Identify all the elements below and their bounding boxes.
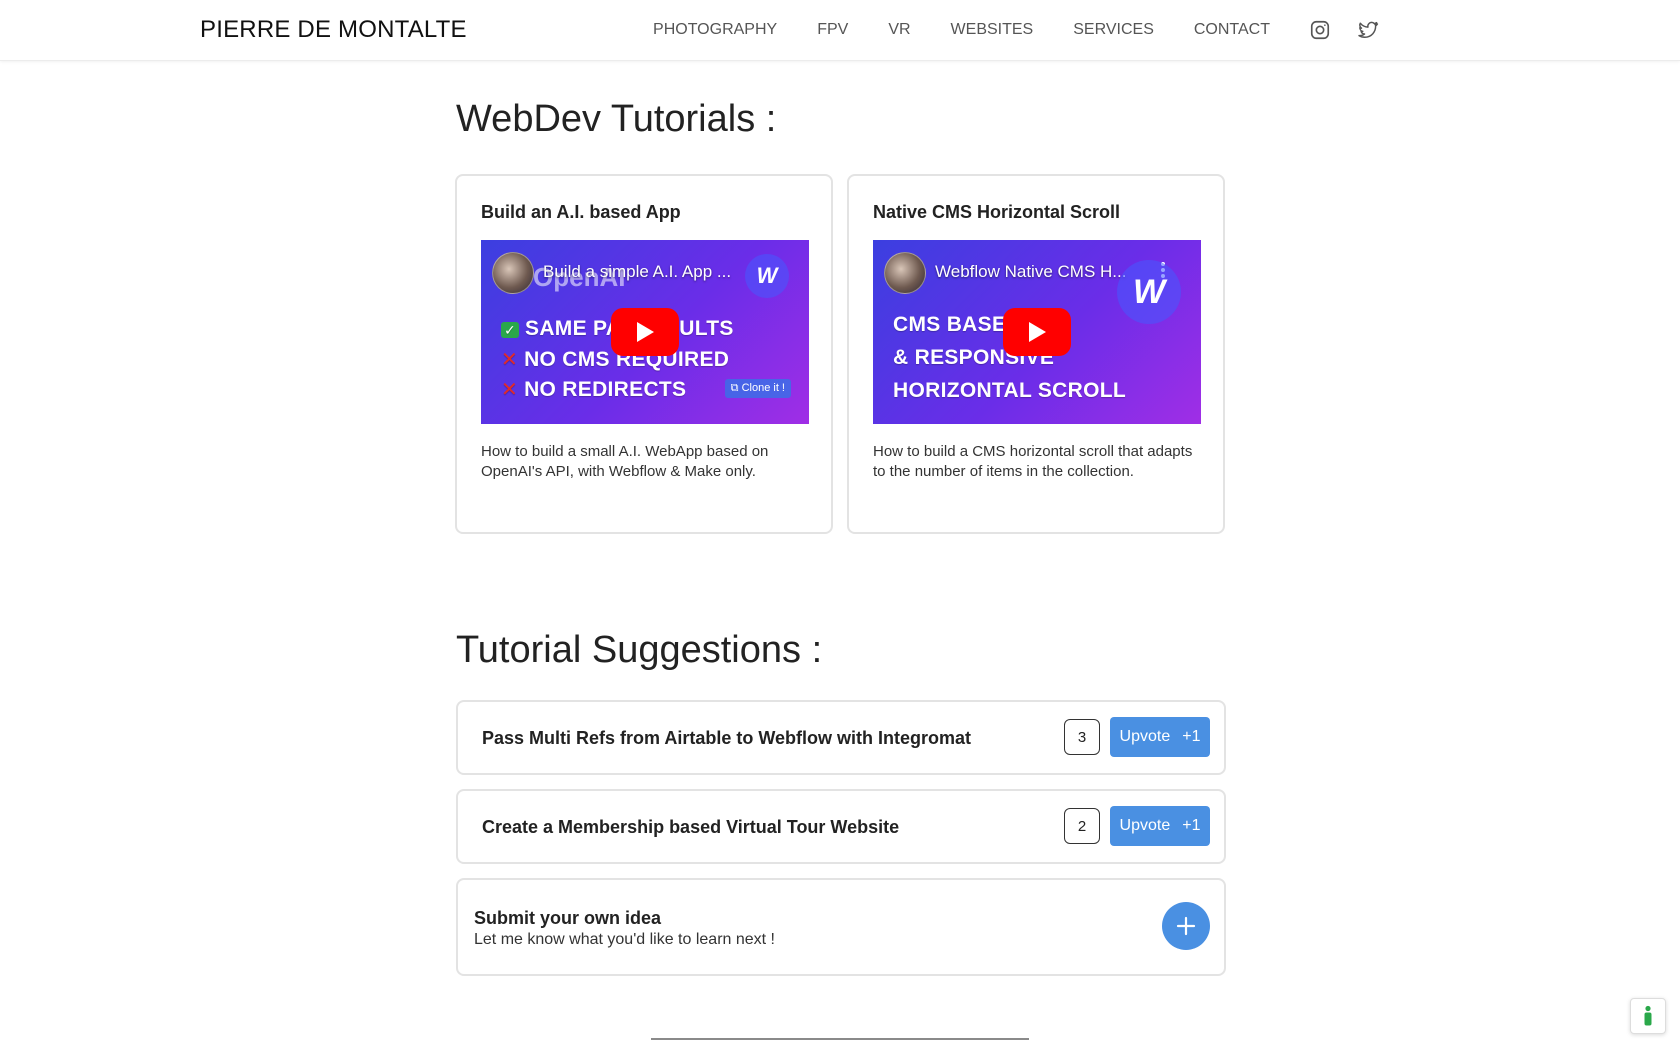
- channel-avatar[interactable]: [492, 252, 534, 294]
- footer-divider: [651, 1038, 1029, 1040]
- instagram-icon[interactable]: [1308, 18, 1332, 42]
- tutorials-heading: WebDev Tutorials :: [456, 98, 777, 140]
- tutorial-card-title: Build an A.I. based App: [481, 202, 681, 222]
- nav-link-vr[interactable]: VR: [888, 21, 910, 39]
- vote-count: 3: [1064, 719, 1100, 755]
- play-button[interactable]: [611, 308, 679, 356]
- suggestion-item: Pass Multi Refs from Airtable to Webflow…: [456, 700, 1226, 775]
- play-icon: [637, 322, 654, 342]
- tutorial-card-title: Native CMS Horizontal Scroll: [873, 202, 1121, 222]
- video-embed-cms-scroll[interactable]: Webflow Native CMS H... W CMS BASED & RE…: [873, 240, 1201, 424]
- nav-link-websites[interactable]: WEBSITES: [951, 21, 1034, 39]
- webflow-logo-icon: W: [1117, 260, 1181, 324]
- webflow-logo-icon: W: [745, 254, 789, 298]
- nav-link-photography[interactable]: PHOTOGRAPHY: [653, 21, 777, 39]
- submit-idea-title: Submit your own idea: [474, 908, 662, 928]
- video-title[interactable]: Webflow Native CMS H...: [935, 262, 1126, 282]
- submit-idea-card: Submit your own idea Let me know what yo…: [456, 878, 1226, 976]
- play-button[interactable]: [1003, 308, 1071, 356]
- suggestions-heading: Tutorial Suggestions :: [456, 629, 823, 671]
- video-embed-ai-app[interactable]: OpenAI Build a simple A.I. App ... W ✓ SA…: [481, 240, 809, 424]
- tutorial-card-ai-app: Build an A.I. based App OpenAI Build a s…: [455, 174, 833, 534]
- nav-links: PHOTOGRAPHY FPV VR WEBSITES SERVICES CON…: [613, 0, 1380, 60]
- submit-idea-subtitle: Let me know what you'd like to learn nex…: [474, 931, 775, 948]
- vote-count: 2: [1064, 808, 1100, 844]
- suggestion-title: Pass Multi Refs from Airtable to Webflow…: [482, 728, 972, 748]
- nav-link-contact[interactable]: CONTACT: [1194, 21, 1270, 39]
- nav-link-fpv[interactable]: FPV: [817, 21, 848, 39]
- add-idea-button[interactable]: [1162, 902, 1210, 950]
- upvote-button[interactable]: Upvote +1: [1110, 806, 1210, 846]
- accessibility-widget-button[interactable]: [1630, 998, 1666, 1034]
- upvote-button[interactable]: Upvote +1: [1110, 717, 1210, 757]
- person-icon: [1644, 1005, 1652, 1026]
- suggestion-title: Create a Membership based Virtual Tour W…: [482, 817, 900, 837]
- plus-icon: [1176, 916, 1196, 936]
- tutorial-card-cms-scroll: Native CMS Horizontal Scroll Webflow Nat…: [847, 174, 1225, 534]
- tutorial-card-description: How to build a small A.I. WebApp based o…: [481, 443, 769, 480]
- suggestion-item: Create a Membership based Virtual Tour W…: [456, 789, 1226, 864]
- play-icon: [1029, 322, 1046, 342]
- nav-link-services[interactable]: SERVICES: [1073, 21, 1154, 39]
- tutorial-card-description: How to build a CMS horizontal scroll tha…: [873, 443, 1193, 480]
- channel-avatar[interactable]: [884, 252, 926, 294]
- top-navbar: PIERRE DE MONTALTE PHOTOGRAPHY FPV VR WE…: [0, 0, 1680, 61]
- video-title[interactable]: Build a simple A.I. App ...: [543, 262, 731, 282]
- brand-logo-text[interactable]: PIERRE DE MONTALTE: [200, 16, 467, 44]
- twitter-icon[interactable]: [1356, 18, 1380, 42]
- clone-badge: ⧉ Clone it !: [724, 379, 791, 398]
